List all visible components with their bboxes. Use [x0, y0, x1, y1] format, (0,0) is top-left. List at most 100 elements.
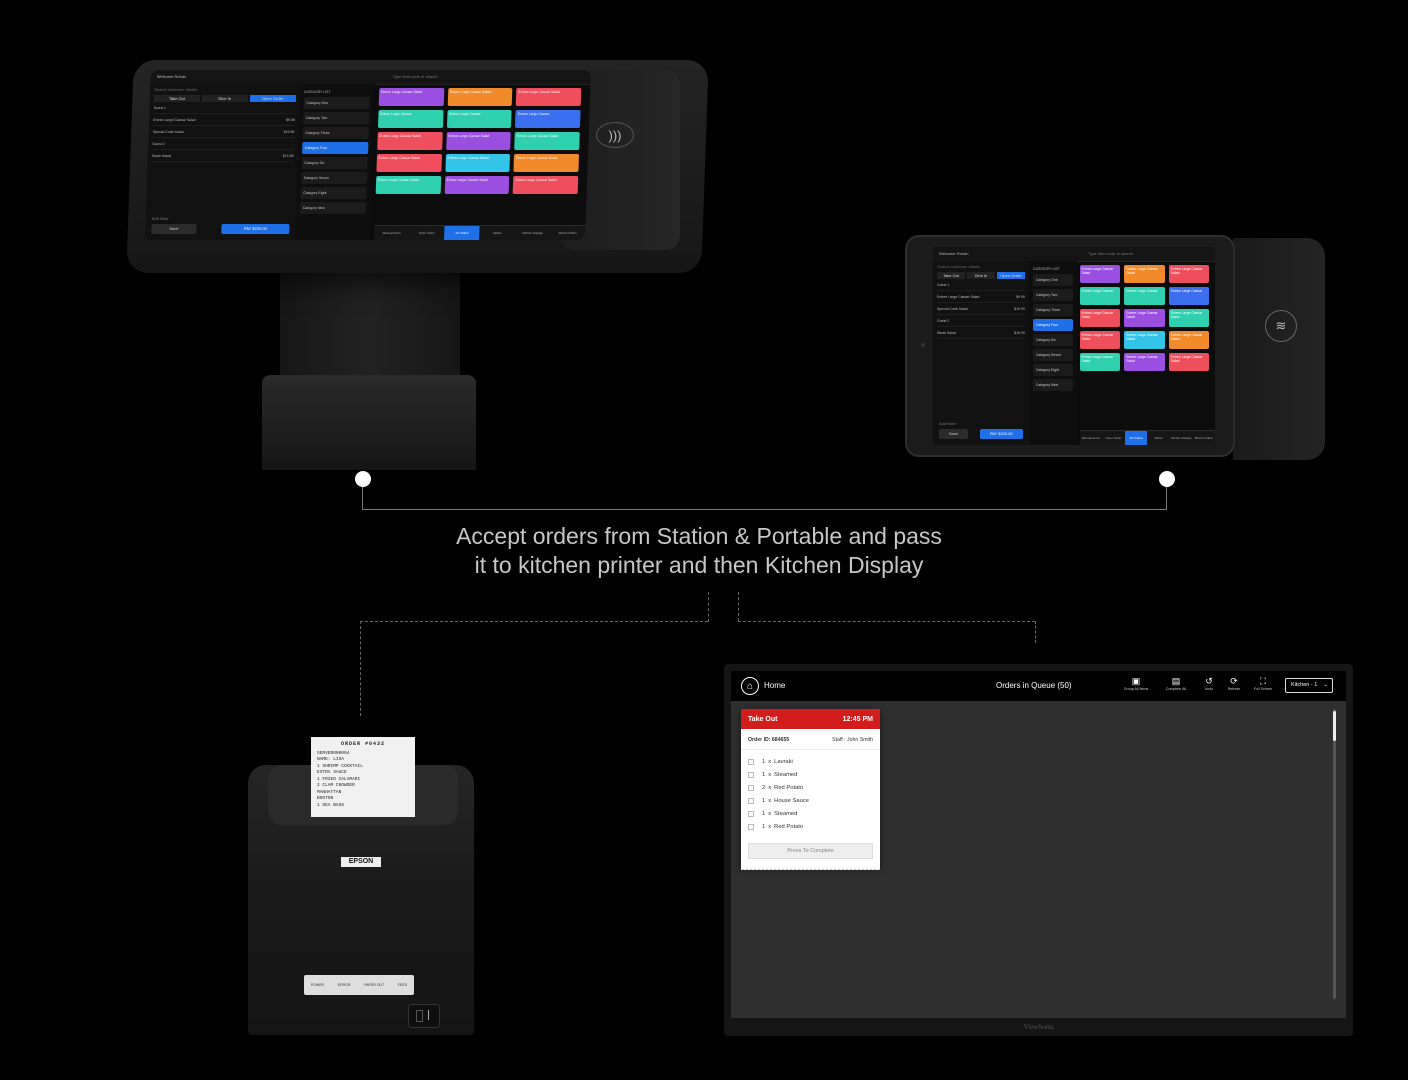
pos-category-item[interactable]: Category Eight	[1032, 364, 1073, 376]
pos-nav-item[interactable]: Tables	[479, 226, 515, 240]
pos-order-type-tab[interactable]: Take Out	[153, 95, 200, 102]
ticket-item[interactable]: 1 x Red Potato	[748, 820, 873, 833]
ticket-item-checkbox[interactable]	[748, 758, 754, 765]
pos-order-type-tab[interactable]: Dine In	[201, 95, 248, 102]
pos-item-tile[interactable]: Entree Large Caesar Salad	[1079, 309, 1121, 327]
pos-category-item[interactable]: Category One	[303, 97, 371, 109]
pos-nav-item[interactable]: Open Order	[409, 226, 445, 240]
kds-scrollbar-track[interactable]	[1333, 709, 1336, 999]
pos-category-item[interactable]: Category Nine	[299, 202, 367, 214]
pos-category-item[interactable]: Category Three	[302, 127, 370, 139]
pos-order-line[interactable]: Steak Salad $15.99	[151, 152, 294, 162]
save-button[interactable]: Save	[939, 429, 968, 439]
pos-nav-item[interactable]: All Orders	[444, 226, 480, 240]
pos-category-item[interactable]: Category Nine	[1032, 379, 1073, 391]
pos-item-tile[interactable]: Entree Large Caesar Salad	[514, 132, 581, 150]
kds-scrollbar-thumb[interactable]	[1333, 711, 1336, 741]
pos-item-tile[interactable]: Entree Large Caesar Salad	[376, 154, 442, 172]
pos-nav-item[interactable]: All Orders	[1124, 431, 1148, 445]
pos-item-tile[interactable]: Entree Large Caesar Salad	[376, 132, 443, 150]
pos-item-tile[interactable]: Entree Large Caesar Salad	[375, 176, 441, 194]
pos-item-tile[interactable]: Entree Large Caesar Salad	[1124, 331, 1165, 349]
pos-nav-item[interactable]: Kitchen Display	[1170, 431, 1193, 445]
pos-search-input[interactable]: Type item code or search	[393, 74, 438, 79]
pos-category-item[interactable]: Category Seven	[300, 172, 368, 184]
pos-item-tile[interactable]: Entree Large Caesar	[1168, 287, 1210, 305]
ticket-item-checkbox[interactable]	[748, 784, 754, 791]
pos-order-line[interactable]: Guest 1	[153, 104, 296, 114]
kds-tool-button[interactable]: ⛶ Full Screen	[1246, 676, 1280, 691]
pos-item-tile[interactable]: Entree Large Caesar Salad	[1124, 353, 1165, 371]
ticket-item[interactable]: 2 x Red Potato	[748, 781, 873, 794]
kds-tool-button[interactable]: ▣ Group All Items	[1119, 676, 1153, 691]
save-button[interactable]: Save	[151, 224, 197, 234]
pos-item-tile[interactable]: Entree Large Caesar Salad	[445, 154, 511, 172]
pos-nav-item[interactable]: Kitchen Display	[515, 226, 551, 240]
pos-item-tile[interactable]: Entree Large Caesar Salad	[516, 88, 582, 106]
pos-category-item[interactable]: Category Four	[1032, 319, 1073, 331]
pos-item-tile[interactable]: Entree Large Caesar Salad	[378, 88, 444, 106]
pos-nav-item[interactable]: Manual Items	[1080, 431, 1103, 445]
kds-tool-button[interactable]: ▤ Complete All	[1159, 676, 1193, 691]
pos-item-tile[interactable]: Entree Large Caesar	[377, 110, 444, 128]
home-label[interactable]: Home	[764, 681, 785, 690]
pos-item-tile[interactable]: Entree Large Caesar Salad	[1124, 309, 1165, 327]
pos-nav-item[interactable]: Tables	[1147, 431, 1170, 445]
pos-item-tile[interactable]: Entree Large Caesar Salad	[1168, 309, 1210, 327]
pos-order-line[interactable]: Steak Salad $15.99	[937, 329, 1025, 339]
pos-order-type-tab[interactable]: Open Order	[249, 95, 296, 102]
pos-item-tile[interactable]: Entree Large Caesar Salad	[513, 176, 579, 194]
pos-nav-item[interactable]: Manual Items	[374, 226, 410, 240]
pos-order-type-tab[interactable]: Dine In	[966, 272, 995, 279]
ticket-item-checkbox[interactable]	[748, 823, 754, 830]
pos-order-line[interactable]: Entree Large Caesar Salad $9.99	[153, 116, 295, 126]
pos-category-item[interactable]: Category Six	[301, 157, 369, 169]
pos-item-tile[interactable]: Entree Large Caesar	[446, 110, 512, 128]
pos-item-tile[interactable]: Entree Large Caesar Salad	[445, 132, 512, 150]
pos-add-note[interactable]: Add Note :	[152, 216, 171, 221]
pos-add-note[interactable]: Add Note :	[939, 421, 958, 426]
pos-item-tile[interactable]: Entree Large Caesar	[1079, 287, 1121, 305]
pos-category-item[interactable]: Category Seven	[1032, 349, 1073, 361]
pos-nav-item[interactable]: Mixed Orders	[1192, 431, 1215, 445]
pos-item-tile[interactable]: Entree Large Caesar Salad	[1079, 331, 1121, 349]
pos-item-tile[interactable]: Entree Large Caesar Salad	[444, 176, 510, 194]
ticket-item[interactable]: 1 x Steamed	[748, 807, 873, 820]
pos-category-item[interactable]: Category Six	[1032, 334, 1073, 346]
printer-power-switch[interactable]	[408, 1004, 440, 1028]
pos-item-tile[interactable]: Entree Large Caesar Salad	[513, 154, 580, 172]
ticket-item[interactable]: 1 x Lavraki	[748, 755, 873, 768]
ticket-item[interactable]: 1 x House Sauce	[748, 794, 873, 807]
pos-item-tile[interactable]: Entree Large Caesar Salad	[1168, 265, 1210, 283]
pos-item-tile[interactable]: Entree Large Caesar	[1124, 287, 1165, 305]
home-icon[interactable]: ⌂	[741, 677, 759, 695]
ticket-item-checkbox[interactable]	[748, 797, 754, 804]
pos-category-item[interactable]: Category Three	[1032, 304, 1073, 316]
pos-order-type-tab[interactable]: Open Order	[996, 272, 1025, 279]
pay-button[interactable]: PAY $220.00	[221, 224, 290, 234]
pos-item-tile[interactable]: Entree Large Caesar Salad	[1079, 353, 1121, 371]
pos-order-line[interactable]: Guest 2	[152, 140, 295, 150]
kitchen-select[interactable]: Kitchen - 1 ⌄	[1285, 678, 1333, 693]
pos-item-tile[interactable]: Entree Large Caesar Salad	[1124, 265, 1165, 283]
ticket-item-checkbox[interactable]	[748, 771, 754, 778]
pos-category-item[interactable]: Category Two	[1032, 289, 1073, 301]
ticket-item-checkbox[interactable]	[748, 810, 754, 817]
pos-order-line[interactable]: Guest 1	[937, 281, 1025, 291]
pos-nav-item[interactable]: Open Order	[1102, 431, 1125, 445]
pos-customer-search[interactable]: Search customer details	[154, 87, 296, 92]
pos-item-tile[interactable]: Entree Large Caesar Salad	[1168, 353, 1210, 371]
pos-item-tile[interactable]: Entree Large Caesar Salad	[1168, 331, 1210, 349]
pos-category-item[interactable]: Category One	[1032, 274, 1073, 286]
pos-customer-search[interactable]: Search customer details	[937, 264, 1025, 269]
pos-category-item[interactable]: Category Two	[302, 112, 370, 124]
pos-search-input[interactable]: Type item code or search	[1088, 251, 1133, 256]
pos-nav-item[interactable]: Mixed Orders	[550, 226, 586, 240]
pos-item-tile[interactable]: Entree Large Caesar	[515, 110, 581, 128]
pos-item-tile[interactable]: Entree Large Caesar Salad	[1079, 265, 1121, 283]
pos-category-item[interactable]: Category Four	[301, 142, 369, 154]
pos-order-line[interactable]: Special Cobb Salad $19.99	[152, 128, 295, 138]
pos-order-line[interactable]: Entree Large Caesar Salad $9.99	[937, 293, 1025, 303]
pos-category-item[interactable]: Category Eight	[300, 187, 368, 199]
ticket-item[interactable]: 1 x Steamed	[748, 768, 873, 781]
